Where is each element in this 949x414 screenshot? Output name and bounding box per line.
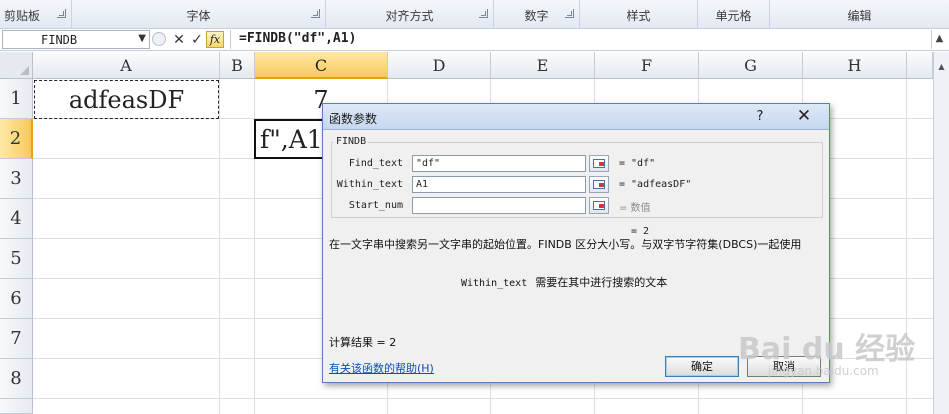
cell-c2-editing[interactable]: f",A1) xyxy=(254,119,326,159)
ok-button[interactable]: 确定 xyxy=(665,356,739,377)
function-help-link[interactable]: 有关该函数的帮助(H) xyxy=(329,360,434,376)
arg-label-within-text: Within_text xyxy=(336,179,403,190)
enter-formula-icon[interactable]: ✓ xyxy=(188,31,206,49)
ribbon-group-editing: 编辑 xyxy=(770,0,949,29)
select-all-corner[interactable] xyxy=(0,52,33,79)
start-num-input[interactable] xyxy=(412,197,586,214)
ribbon-group-label: 样式 xyxy=(626,9,651,23)
ribbon-group-label: 字体 xyxy=(186,9,211,23)
collapse-dialog-button[interactable] xyxy=(589,155,609,172)
gridline xyxy=(219,79,220,414)
range-select-icon xyxy=(593,159,605,168)
dialog-launcher-icon[interactable] xyxy=(311,9,320,18)
ribbon-group-font: 字体 xyxy=(72,0,326,29)
gridline xyxy=(33,398,933,399)
find-text-input[interactable]: "df" xyxy=(412,155,586,172)
column-header-e[interactable]: E xyxy=(491,52,595,79)
ribbon-group-label: 单元格 xyxy=(715,9,752,23)
ribbon-group-number: 数字 xyxy=(494,0,580,29)
column-header-b[interactable]: B xyxy=(220,52,255,79)
ribbon-group-label: 编辑 xyxy=(847,9,872,23)
row-header-8[interactable]: 8 xyxy=(0,359,33,399)
column-header-c[interactable]: C xyxy=(255,52,388,79)
ribbon-group-alignment: 对齐方式 xyxy=(326,0,494,29)
row-header-4[interactable]: 4 xyxy=(0,199,33,239)
range-select-icon xyxy=(593,201,605,210)
insert-function-button[interactable]: fx xyxy=(206,31,224,48)
ribbon-group-clipboard: 剪贴板 xyxy=(0,0,72,29)
dialog-launcher-icon[interactable] xyxy=(565,9,574,18)
dialog-launcher-icon[interactable] xyxy=(479,9,488,18)
column-header-g[interactable]: G xyxy=(699,52,803,79)
row-header-6[interactable]: 6 xyxy=(0,279,33,319)
argument-description-name: Within_text xyxy=(461,278,528,289)
argument-description: Within_text 需要在其中进行搜索的文本 xyxy=(461,274,667,290)
cancel-button[interactable]: 取消 xyxy=(747,356,821,377)
arg-result-find-text: = "df" xyxy=(619,158,656,169)
ribbon-group-cells: 单元格 xyxy=(698,0,770,29)
argument-description-text: 需要在其中进行搜索的文本 xyxy=(535,276,668,289)
row-header-partial[interactable] xyxy=(0,399,33,414)
cancel-formula-icon[interactable]: ✕ xyxy=(170,31,188,49)
function-arguments-dialog: 函数参数 ? ✕ FINDB Find_text "df" = "df" Wit… xyxy=(322,103,830,383)
column-header-h[interactable]: H xyxy=(803,52,907,79)
ribbon-group-labels: 剪贴板 字体 对齐方式 数字 样式 单元格 编辑 xyxy=(0,0,949,29)
vertical-scrollbar[interactable]: ▲ xyxy=(933,52,949,414)
formula-text: =FINDB("df",A1) xyxy=(239,31,357,46)
arg-label-start-num: Start_num xyxy=(348,200,403,211)
arg-label-find-text: Find_text xyxy=(348,158,403,169)
name-box[interactable]: FINDB ▼ xyxy=(2,30,150,49)
row-header-5[interactable]: 5 xyxy=(0,239,33,279)
expand-formula-bar-icon[interactable]: ▲ xyxy=(931,30,947,49)
column-header-a[interactable]: A xyxy=(33,52,220,79)
dialog-launcher-icon[interactable] xyxy=(57,9,66,18)
chevron-down-icon[interactable]: ▼ xyxy=(138,33,146,44)
arg-result-within-text: = "adfeasDF" xyxy=(619,179,692,190)
cell-a1[interactable]: adfeasDF xyxy=(34,80,219,119)
ribbon-group-label: 对齐方式 xyxy=(385,9,434,23)
collapse-dialog-button[interactable] xyxy=(589,197,609,214)
row-header-1[interactable]: 1 xyxy=(0,79,33,119)
calculation-result: 计算结果 = 2 xyxy=(329,336,397,349)
formula-bar: FINDB ▼ ✕ ✓ fx =FINDB("df",A1) ▲ xyxy=(0,29,949,51)
scroll-up-icon[interactable]: ▲ xyxy=(936,62,947,71)
function-description: 在一文字串中搜索另一文字串的起始位置。FINDB 区分大小写。与双字节字符集(D… xyxy=(329,238,802,251)
name-box-value: FINDB xyxy=(41,33,78,47)
resize-grip-icon[interactable] xyxy=(152,32,166,46)
column-header-d[interactable]: D xyxy=(388,52,491,79)
help-button[interactable]: ? xyxy=(747,106,773,127)
within-text-input[interactable]: A1 xyxy=(412,176,586,193)
ribbon-group-styles: 样式 xyxy=(580,0,698,29)
function-name-label: FINDB xyxy=(334,136,369,147)
collapse-dialog-button[interactable] xyxy=(589,176,609,193)
row-header-3[interactable]: 3 xyxy=(0,159,33,199)
gridline xyxy=(906,79,907,414)
dialog-title: 函数参数 xyxy=(329,112,378,126)
arg-result-start-num: = 数值 xyxy=(619,203,651,214)
column-header-f[interactable]: F xyxy=(595,52,699,79)
formula-result-preview: = 2 xyxy=(631,226,650,237)
close-icon[interactable]: ✕ xyxy=(789,106,819,127)
range-select-icon xyxy=(593,180,605,189)
dialog-title-bar[interactable]: 函数参数 ? ✕ xyxy=(323,104,829,130)
formula-input[interactable]: =FINDB("df",A1) xyxy=(230,30,930,49)
column-header-partial[interactable] xyxy=(907,52,933,79)
row-header-7[interactable]: 7 xyxy=(0,319,33,359)
row-header-2[interactable]: 2 xyxy=(0,119,33,159)
